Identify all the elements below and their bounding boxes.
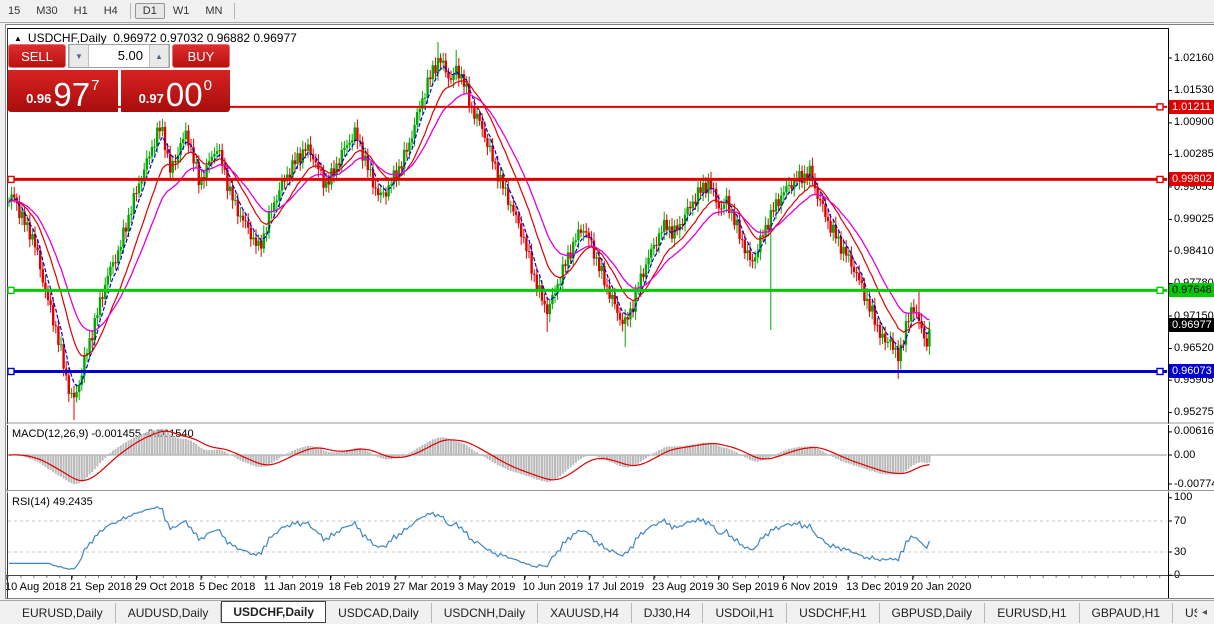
price-level-tag: 0.96073 [1169, 364, 1214, 378]
macd-tick-label: 0.006166 [1174, 425, 1214, 437]
date-label: 10 Jun 2019 [523, 581, 584, 593]
date-label: 10 Aug 2018 [5, 581, 67, 593]
price-tick-label: 1.01530 [1174, 84, 1214, 96]
date-label: 30 Sep 2019 [717, 581, 779, 593]
date-label: 3 May 2019 [458, 581, 515, 593]
price-tick-label: 0.98410 [1174, 245, 1214, 257]
volume-spinner: ▼ 5.00 ▲ [68, 44, 170, 68]
chart-symbol-label: USDCHF,Daily [28, 31, 107, 45]
buy-button[interactable]: BUY [172, 44, 230, 68]
rsi-tick-label: 100 [1174, 491, 1192, 503]
price-tick-label: 0.96520 [1174, 342, 1214, 354]
rsi-tick-label: 30 [1174, 546, 1186, 558]
date-label: 11 Jan 2019 [264, 581, 324, 593]
price-tick-label: 1.00900 [1174, 116, 1214, 128]
price-tick-label: 0.95275 [1174, 406, 1214, 418]
price-tick-label: 1.00285 [1174, 148, 1214, 160]
price-level-tag: 1.01211 [1169, 100, 1214, 114]
date-label: 18 Feb 2019 [329, 581, 391, 593]
buy-price-pip: 0 [204, 77, 212, 94]
date-label: 20 Jan 2020 [911, 581, 972, 593]
current-price-tag: 0.96977 [1169, 318, 1214, 332]
date-label: 5 Dec 2018 [199, 581, 255, 593]
sell-price-display[interactable]: 0.96977 [8, 70, 118, 112]
date-label: 17 Jul 2019 [587, 581, 644, 593]
price-tick-label: 1.02160 [1174, 52, 1214, 64]
price-level-tag: 0.99802 [1169, 172, 1214, 186]
buy-price-prefix: 0.97 [139, 91, 164, 106]
volume-decrease-button[interactable]: ▼ [69, 45, 89, 67]
rsi-tick-label: 70 [1174, 515, 1186, 527]
trade-panel: SELL ▼ 5.00 ▲ BUY 0.96977 0.97000 [8, 44, 230, 112]
price-level-tag: 0.97648 [1169, 283, 1214, 297]
buy-price-main: 00 [166, 80, 203, 110]
mt4-window: 15M30H1H4D1W1MN ▲USDCHF,Daily 0.96972 0.… [0, 0, 1214, 624]
rsi-tick-label: 0 [1174, 569, 1180, 581]
volume-input[interactable]: 5.00 [89, 45, 149, 67]
macd-tick-label: 0.00 [1174, 449, 1195, 461]
chart-window-left-edge [0, 24, 6, 599]
chart-ohlc-values: 0.96972 0.97032 0.96882 0.96977 [113, 31, 297, 45]
date-label: 29 Oct 2018 [134, 581, 194, 593]
date-label: 21 Sep 2018 [70, 581, 132, 593]
date-label: 27 Mar 2019 [393, 581, 455, 593]
macd-tick-label: -0.007745 [1174, 478, 1214, 490]
sell-price-main: 97 [53, 80, 90, 110]
sell-button[interactable]: SELL [8, 44, 66, 68]
date-label: 6 Nov 2019 [781, 581, 837, 593]
date-label: 13 Dec 2019 [846, 581, 908, 593]
sell-price-pip: 7 [91, 77, 99, 94]
chart-title: ▲ USDCHF,Daily 0.96972 0.97032 0.96882 0.… [14, 31, 297, 45]
volume-increase-button[interactable]: ▲ [149, 45, 169, 67]
price-tick-label: 0.99025 [1174, 213, 1214, 225]
sell-price-prefix: 0.96 [26, 91, 51, 106]
date-label: 23 Aug 2019 [652, 581, 714, 593]
collapse-chart-icon[interactable]: ▲ [14, 34, 22, 43]
buy-price-display[interactable]: 0.97000 [121, 70, 231, 112]
